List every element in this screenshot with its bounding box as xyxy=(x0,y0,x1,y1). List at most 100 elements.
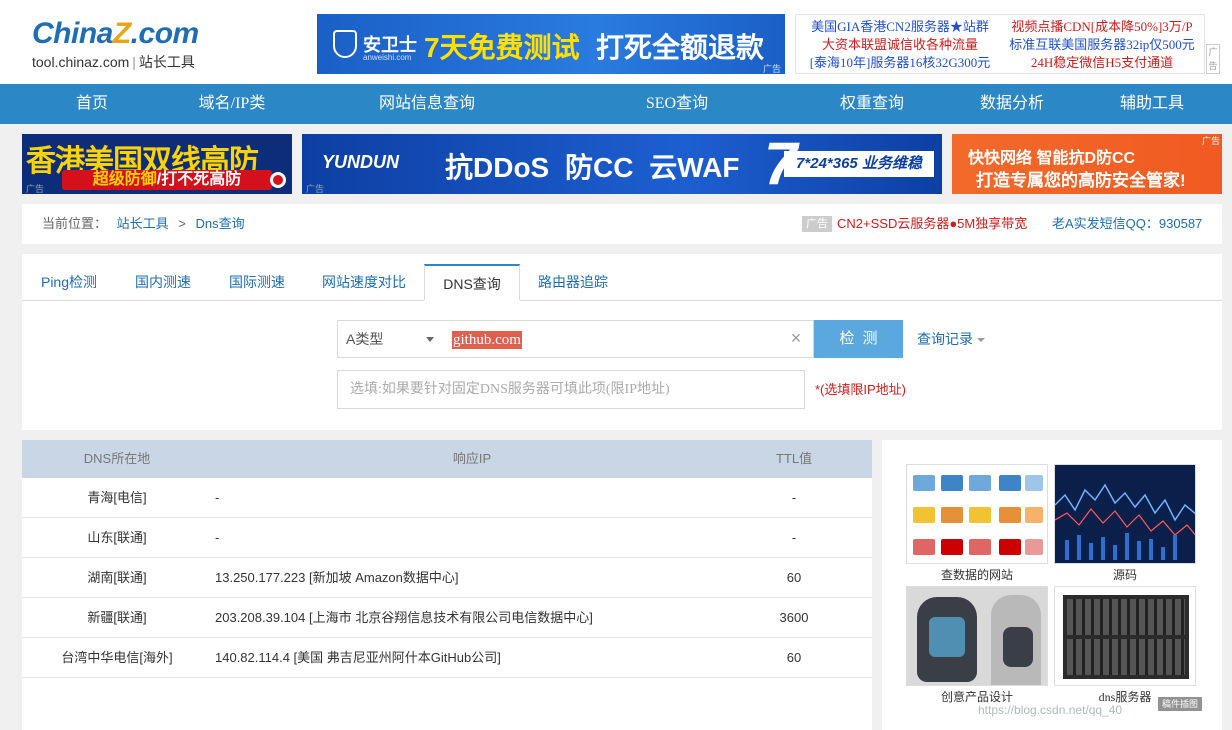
related-image-caption: 查数据的网站 xyxy=(940,568,1013,582)
caret-down-icon xyxy=(977,338,985,343)
logo-z-text: Z xyxy=(112,17,131,50)
table-row: 山东[联通] - - xyxy=(22,518,872,558)
cell-ttl: - xyxy=(791,530,797,545)
query-history-label: 查询记录 xyxy=(917,331,973,347)
breadcrumb-ad-link[interactable]: CN2+SSD云服务器●5M独享带宽 xyxy=(837,204,1027,244)
tab-ping[interactable]: Ping检测 xyxy=(22,264,116,300)
column-header-ip: 响应IP xyxy=(452,451,492,466)
related-image-caption: 源码 xyxy=(1112,568,1137,582)
ad-mark: 广告 xyxy=(306,184,325,194)
ad-banner-hk-us[interactable]: 香港美国双线高防 超级防御/打不死高防 广告 xyxy=(22,134,292,194)
yundun-brand: YUNDUN xyxy=(322,152,400,172)
breadcrumb: 当前位置： 站长工具 > Dns查询 广告 CN2+SSD云服务器●5M独享带宽… xyxy=(22,204,1222,244)
related-image-card[interactable]: dns服务器 xyxy=(1054,586,1196,705)
domain-input[interactable]: github.com × xyxy=(442,320,814,358)
nav-item-data-analysis[interactable]: 数据分析 xyxy=(962,84,1062,124)
yundun-slogan: 抗DDoS 防CC 云WAF xyxy=(445,152,740,183)
cell-ip: 13.250.177.223 [新加坡 Amazon数据中心] xyxy=(215,570,459,585)
logo-domain: tool.chinaz.com xyxy=(32,54,130,70)
nav-item-home[interactable]: 首页 xyxy=(52,84,132,124)
ad-mark: 广告 xyxy=(26,184,45,194)
nav-item-seo[interactable]: SEO查询 xyxy=(627,84,727,124)
nav-item-tools[interactable]: 辅助工具 xyxy=(1102,84,1202,124)
related-images-sidebar: 查数据的网站 源码 创意产品设计 dns服务器 xyxy=(882,440,1222,730)
ad-banner-kuaikuai[interactable]: 快快网络 智能抗D防CC 打造专属您的高防安全管家! 广告 xyxy=(952,134,1222,194)
top-banner-ad[interactable]: 安卫士 anweishi.com 7天免费测试 打死全额退款 广告 xyxy=(317,14,785,74)
tab-speed-compare[interactable]: 网站速度对比 xyxy=(304,264,424,300)
cell-ip: - xyxy=(215,490,220,505)
text-ads-col-1: 美国GIA香港CN2服务器★站群 大资本联盟诚信收各种流量 [泰海10年]服务器… xyxy=(804,18,996,72)
domain-input-value: github.com xyxy=(452,331,522,349)
tab-domestic-speed[interactable]: 国内测速 xyxy=(116,264,210,300)
logo-dotcom-text: .com xyxy=(130,17,200,50)
yundun-badge: 7*24*365 业务维稳 xyxy=(784,151,934,177)
breadcrumb-path: 当前位置： 站长工具 > Dns查询 xyxy=(42,204,245,244)
dns-server-hint: *(选填限IP地址) xyxy=(815,382,907,397)
record-type-value: A类型 xyxy=(346,331,384,347)
breadcrumb-current[interactable]: Dns查询 xyxy=(196,216,245,231)
watermark-badge: 稿件插图 xyxy=(1158,697,1202,711)
cell-location: 新疆[联通] xyxy=(87,610,147,625)
breadcrumb-home-link[interactable]: 站长工具 xyxy=(117,216,169,231)
table-row: 台湾中华电信[海外] 140.82.114.4 [美国 弗吉尼亚州阿什本GitH… xyxy=(22,638,872,678)
tab-dns-query[interactable]: DNS查询 xyxy=(424,264,520,301)
text-ad-link[interactable]: [泰海10年]服务器16核32G300元 xyxy=(804,54,996,72)
text-ads-box: 美国GIA香港CN2服务器★站群 大资本联盟诚信收各种流量 [泰海10年]服务器… xyxy=(795,14,1205,74)
query-history-dropdown[interactable]: 查询记录 xyxy=(917,320,985,358)
logo-china-text: China xyxy=(32,17,113,50)
chinaz-logo[interactable]: ChinaZ.com tool.chinaz.com | 站长工具 xyxy=(32,18,199,72)
ad-banner-yundun[interactable]: YUNDUN 抗DDoS 防CC 云WAF 7 7*24*365 业务维稳 广告 xyxy=(302,134,942,194)
nav-item-site-info[interactable]: 网站信息查询 xyxy=(362,84,492,124)
cell-ttl: - xyxy=(791,490,797,505)
cell-location: 湖南[联通] xyxy=(87,570,147,585)
dns-query-panel: Ping检测 国内测速 国际测速 网站速度对比 DNS查询 路由器追踪 A类型 … xyxy=(22,254,1222,430)
clear-icon[interactable]: × xyxy=(787,329,805,347)
nav-item-domain-ip[interactable]: 域名/IP类 xyxy=(182,84,282,124)
main-nav: 首页 域名/IP类 网站信息查询 SEO查询 权重查询 数据分析 辅助工具 xyxy=(0,84,1232,124)
text-ad-link[interactable]: 视频点播CDN[成本降50%]3万/P xyxy=(1004,18,1200,36)
table-row: 新疆[联通] 203.208.39.104 [上海市 北京谷翔信息技术有限公司电… xyxy=(22,598,872,638)
text-ad-link[interactable]: 标准互联美国服务器32ip仅500元 xyxy=(1004,36,1200,54)
cell-ttl: 3600 xyxy=(779,610,809,625)
detect-button[interactable]: 检测 xyxy=(814,320,903,358)
ad-mark: 广告 xyxy=(763,64,782,74)
csdn-watermark: https://blog.csdn.net/qq_40 xyxy=(978,703,1123,717)
tab-international-speed[interactable]: 国际测速 xyxy=(210,264,304,300)
logo-site-name: 站长工具 xyxy=(138,54,195,70)
text-ads-col-2: 视频点播CDN[成本降50%]3万/P 标准互联美国服务器32ip仅500元 2… xyxy=(1004,18,1200,72)
cell-ip: 140.82.114.4 [美国 弗吉尼亚州阿什本GitHub公司] xyxy=(215,650,501,665)
nav-item-weight[interactable]: 权重查询 xyxy=(822,84,922,124)
record-type-select[interactable]: A类型 xyxy=(337,320,443,358)
dns-results-table: DNS所在地 响应IP TTL值 青海[电信] - - 山东[联通] - - 湖… xyxy=(22,440,872,730)
shield-icon xyxy=(333,30,357,58)
cell-ip: - xyxy=(215,530,220,545)
backpack-image xyxy=(906,586,1048,686)
icons-grid-image xyxy=(906,464,1048,564)
tab-traceroute[interactable]: 路由器追踪 xyxy=(520,264,626,300)
dns-server-field[interactable] xyxy=(337,370,805,409)
breadcrumb-label: 当前位置： xyxy=(42,216,108,231)
related-image-card[interactable]: 创意产品设计 xyxy=(906,586,1048,705)
related-image-card[interactable]: 查数据的网站 xyxy=(906,464,1048,583)
side-ad-tab[interactable]: 广告 xyxy=(1206,44,1220,74)
dns-server-input[interactable] xyxy=(338,371,804,408)
cell-location: 台湾中华电信[海外] xyxy=(61,650,173,665)
logo-subtitle: tool.chinaz.com | 站长工具 xyxy=(32,52,199,72)
ad-label: 广告 xyxy=(802,216,832,232)
cell-location: 山东[联通] xyxy=(87,530,147,545)
ad-subtitle-rest: /打不死高防 xyxy=(156,171,242,188)
logo-wordmark: ChinaZ.com xyxy=(32,18,199,50)
table-row: 青海[电信] - - xyxy=(22,478,872,518)
cell-ip: 203.208.39.104 [上海市 北京谷翔信息技术有限公司电信数据中心] xyxy=(215,610,593,625)
text-ad-link[interactable]: 24H稳定微信H5支付通道 xyxy=(1004,54,1200,72)
ad-subtitle-highlight: 超级防御 xyxy=(92,171,157,188)
breadcrumb-separator: > xyxy=(178,216,186,231)
related-image-card[interactable]: 源码 xyxy=(1054,464,1196,583)
banner-brand-en: anweishi.com xyxy=(363,53,412,62)
cell-ttl: 60 xyxy=(786,650,802,665)
text-ad-link[interactable]: 大资本联盟诚信收各种流量 xyxy=(804,36,996,54)
text-ad-link[interactable]: 美国GIA香港CN2服务器★站群 xyxy=(804,18,996,36)
column-header-location: DNS所在地 xyxy=(83,451,151,466)
banner-slogan-free-trial: 7天免费测试 xyxy=(424,32,580,63)
breadcrumb-qq-link[interactable]: 老A实发短信QQ：930587 xyxy=(1052,204,1202,244)
